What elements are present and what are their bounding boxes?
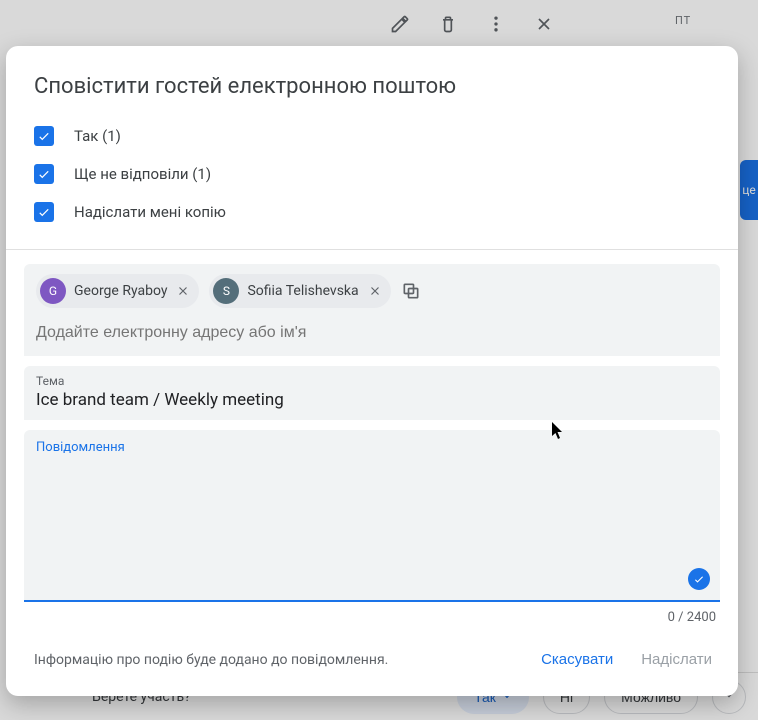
- subject-label: Тема: [36, 374, 708, 388]
- footer-note: Інформацію про подію буде додано до пові…: [34, 652, 388, 668]
- modal-footer: Інформацію про подію буде додано до пові…: [6, 625, 738, 696]
- modal-title: Сповістити гостей електронною поштою: [6, 46, 738, 117]
- divider: [6, 249, 738, 250]
- checkbox-checked-icon[interactable]: [34, 126, 54, 146]
- avatar: S: [213, 278, 239, 304]
- recipient-chip[interactable]: G George Ryaboy: [36, 274, 199, 308]
- message-field[interactable]: Повідомлення: [24, 430, 720, 602]
- message-label: Повідомлення: [36, 440, 708, 455]
- send-button[interactable]: Надіслати: [637, 645, 716, 674]
- recipient-chip-label: Sofiia Telishevska: [247, 283, 358, 299]
- remove-chip-icon[interactable]: [175, 283, 191, 299]
- recipient-chip-label: George Ryaboy: [74, 283, 167, 299]
- valid-check-icon: [688, 568, 710, 590]
- check-send-copy[interactable]: Надіслати мені копію: [34, 193, 710, 231]
- message-textarea[interactable]: [36, 462, 708, 588]
- copy-icon[interactable]: [401, 281, 421, 301]
- subject-field[interactable]: Тема Ice brand team / Weekly meeting: [24, 366, 720, 420]
- recipients-field[interactable]: G George Ryaboy S Sofiia Telishevska: [24, 264, 720, 356]
- check-send-copy-label: Надіслати мені копію: [74, 203, 226, 221]
- checkbox-checked-icon[interactable]: [34, 164, 54, 184]
- cancel-button[interactable]: Скасувати: [537, 645, 617, 674]
- remove-chip-icon[interactable]: [367, 283, 383, 299]
- subject-value: Ice brand team / Weekly meeting: [36, 390, 708, 410]
- recipient-chip[interactable]: S Sofiia Telishevska: [209, 274, 390, 308]
- char-counter: 0 / 2400: [6, 602, 738, 625]
- check-yes-label: Так (1): [74, 127, 121, 145]
- check-yes[interactable]: Так (1): [34, 117, 710, 155]
- chip-row: G George Ryaboy S Sofiia Telishevska: [36, 274, 708, 308]
- avatar: G: [40, 278, 66, 304]
- check-awaiting[interactable]: Ще не відповіли (1): [34, 155, 710, 193]
- checkbox-checked-icon[interactable]: [34, 202, 54, 222]
- add-recipient-input[interactable]: [36, 324, 708, 342]
- notify-guests-modal: Сповістити гостей електронною поштою Так…: [6, 46, 738, 696]
- recipient-filter-list: Так (1) Ще не відповіли (1) Надіслати ме…: [6, 117, 738, 249]
- check-awaiting-label: Ще не відповіли (1): [74, 165, 211, 183]
